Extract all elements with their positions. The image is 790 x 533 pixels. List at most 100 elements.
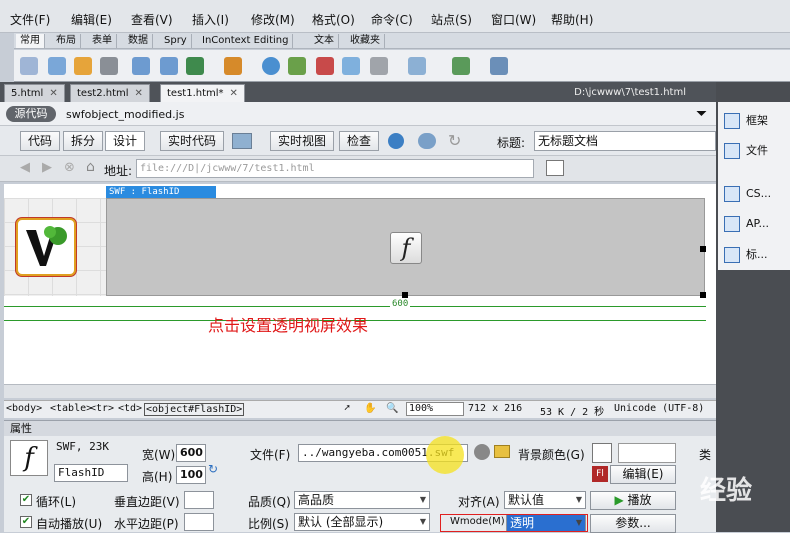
bg-color-input[interactable] (618, 443, 676, 463)
zoom-select[interactable]: 100% (406, 402, 464, 416)
menu-format[interactable]: 格式(O) (312, 11, 355, 28)
tag-selector-table[interactable]: <table> (50, 403, 92, 414)
widget-icon[interactable] (262, 57, 280, 75)
insert-tab-forms[interactable]: 表单 (88, 34, 117, 48)
hand-tool-icon[interactable]: ✋ (364, 403, 376, 414)
menu-modify[interactable]: 修改(M) (251, 11, 295, 28)
live-view-button[interactable]: 实时视图 (270, 131, 335, 151)
point-to-file-icon[interactable] (474, 444, 490, 460)
swf-object-label[interactable]: SWF : FlashID (106, 186, 216, 198)
image-icon[interactable] (186, 57, 204, 75)
tab-5-html[interactable]: 5.html ✕ (4, 84, 65, 102)
insert-tab-text[interactable]: 文本 (310, 34, 339, 48)
live-code-button[interactable]: 实时代码 (160, 131, 225, 151)
scale-select[interactable]: 默认 (全部显示) (294, 513, 430, 531)
tag-selector-object[interactable]: <object#FlashID> (144, 403, 245, 416)
panel-tag[interactable]: 标... (724, 246, 768, 263)
head-icon[interactable] (370, 57, 388, 75)
refresh-icon[interactable]: ↻ (448, 131, 461, 150)
check-browser-icon[interactable] (232, 133, 252, 149)
menu-site[interactable]: 站点(S) (431, 11, 472, 28)
menu-view[interactable]: 查看(V) (131, 11, 173, 28)
menu-window[interactable]: 窗口(W) (491, 11, 536, 28)
properties-header[interactable]: 属性 (4, 420, 716, 436)
resize-handle-bottom[interactable] (402, 292, 408, 298)
parameters-button[interactable]: 参数... (590, 514, 676, 533)
menu-commands[interactable]: 命令(C) (371, 11, 413, 28)
address-input[interactable]: file:///D|/jcwww/7/test1.html (136, 159, 534, 178)
insert-tab-favorites[interactable]: 收藏夹 (346, 34, 385, 48)
reset-size-icon[interactable]: ↻ (208, 462, 218, 476)
named-anchor-icon[interactable] (74, 57, 92, 75)
close-icon[interactable]: ✕ (230, 88, 238, 99)
table-icon[interactable] (132, 57, 150, 75)
edit-button[interactable]: 编辑(E) (610, 465, 676, 484)
forward-icon[interactable]: ▶ (42, 160, 52, 175)
site-logo[interactable] (16, 218, 76, 276)
preview-globe-icon[interactable] (388, 133, 404, 149)
zoom-tool-icon[interactable]: 🔍 (386, 403, 398, 414)
vspace-input[interactable] (184, 491, 214, 509)
templates-icon[interactable] (452, 57, 470, 75)
visual-aids-icon[interactable] (418, 133, 436, 149)
hyperlink-icon[interactable] (20, 57, 38, 75)
code-view-button[interactable]: 代码 (20, 131, 61, 151)
flash-edit-icon[interactable]: Fl (592, 466, 608, 482)
insert-tab-layout[interactable]: 布局 (52, 34, 81, 48)
source-code-button[interactable]: 源代码 (6, 106, 56, 122)
align-select[interactable]: 默认值 (504, 491, 586, 509)
browse-options-icon[interactable] (546, 160, 564, 176)
quality-select[interactable]: 高品质 (294, 491, 430, 509)
loop-checkbox[interactable]: ✔ (20, 494, 32, 506)
close-icon[interactable]: ✕ (49, 88, 57, 99)
email-link-icon[interactable] (48, 57, 66, 75)
tag-chooser-icon[interactable] (490, 57, 508, 75)
div-icon[interactable] (160, 57, 178, 75)
tag-selector-tr[interactable]: <tr> (90, 403, 114, 414)
insert-tab-spry[interactable]: Spry (160, 34, 192, 48)
tab-test2-html[interactable]: test2.html ✕ (70, 84, 150, 102)
menu-insert[interactable]: 插入(I) (192, 11, 229, 28)
play-button[interactable]: ▶ 播放 (590, 491, 676, 510)
back-icon[interactable]: ◀ (20, 160, 30, 175)
width-input[interactable]: 600 (176, 444, 206, 462)
stop-icon[interactable]: ⊗ (64, 160, 75, 175)
related-file-swfobject[interactable]: swfobject_modified.js (66, 108, 184, 121)
comment-icon[interactable] (342, 57, 360, 75)
inspect-button[interactable]: 检查 (339, 131, 380, 151)
resize-handle-corner[interactable] (700, 292, 706, 298)
tag-selector-td[interactable]: <td> (118, 403, 142, 414)
menu-file[interactable]: 文件(F) (10, 11, 50, 28)
select-tool-icon[interactable]: ➚ (344, 403, 350, 414)
panel-frames[interactable]: 框架 (724, 112, 768, 129)
menu-edit[interactable]: 编辑(E) (71, 11, 112, 28)
menu-help[interactable]: 帮助(H) (551, 11, 593, 28)
panel-files[interactable]: 文件 (724, 142, 768, 159)
resize-handle-right[interactable] (700, 246, 706, 252)
script-icon[interactable] (408, 57, 426, 75)
horizontal-scrollbar[interactable] (4, 384, 716, 398)
title-input[interactable]: 无标题文档 (534, 131, 716, 151)
date-icon[interactable] (288, 57, 306, 75)
panel-css[interactable]: CS... (724, 186, 771, 202)
bg-color-swatch[interactable] (592, 443, 612, 463)
horizontal-rule-icon[interactable] (100, 57, 118, 75)
swf-id-input[interactable]: FlashID (54, 464, 128, 482)
panel-ap[interactable]: AP... (724, 216, 769, 232)
server-include-icon[interactable] (316, 57, 334, 75)
design-view-button[interactable]: 设计 (105, 131, 146, 151)
folder-icon[interactable] (494, 445, 510, 458)
split-view-button[interactable]: 拆分 (63, 131, 104, 151)
autoplay-checkbox[interactable]: ✔ (20, 516, 32, 528)
insert-tab-common[interactable]: 常用 (16, 34, 45, 48)
insert-tab-incontext[interactable]: InContext Editing (198, 34, 294, 48)
insert-tab-data[interactable]: 数据 (124, 34, 153, 48)
media-icon[interactable] (224, 57, 242, 75)
tab-test1-html[interactable]: test1.html* ✕ (160, 84, 245, 102)
height-input[interactable]: 100 (176, 466, 206, 484)
close-icon[interactable]: ✕ (135, 88, 143, 99)
hspace-input[interactable] (184, 513, 214, 531)
home-icon[interactable]: ⌂ (86, 159, 95, 175)
tag-selector-body[interactable]: <body> (6, 403, 42, 414)
window-size[interactable]: 712 x 216 (468, 403, 522, 414)
